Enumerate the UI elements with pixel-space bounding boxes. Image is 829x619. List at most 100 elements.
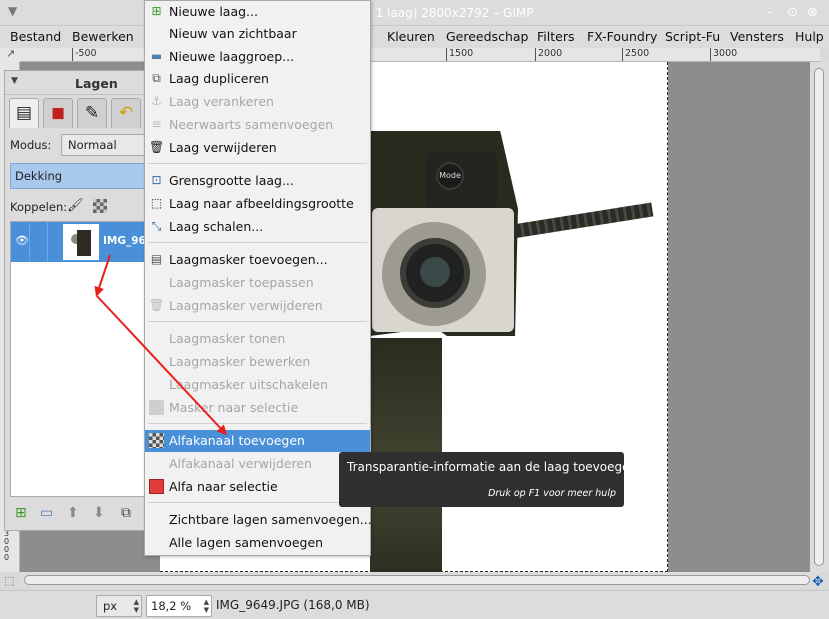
menu-item-show-layer-mask: Laagmasker tonen <box>169 331 286 346</box>
menu-separator <box>148 163 367 164</box>
camera-mode-button: Mode <box>436 162 464 190</box>
menu-item-new-layer-group[interactable]: ▬ Nieuwe laaggroep... <box>145 46 370 68</box>
navigate-icon[interactable]: ✥ <box>812 574 824 590</box>
menu-item-alpha-to-selection[interactable]: Alfa naar selectie <box>145 476 370 498</box>
checker-icon <box>149 433 164 448</box>
trash-icon: 🗑 <box>149 298 165 312</box>
new-layer-icon[interactable]: ⊞ <box>15 505 27 521</box>
unit-select[interactable]: px ▲ ▼ <box>96 595 142 617</box>
eye-icon[interactable]: 👁 <box>15 234 29 247</box>
zoom-select[interactable]: 18,2 % ▲ ▼ <box>146 595 212 617</box>
menu-separator <box>148 423 367 424</box>
title-bar: ▼ leuren, 1 laag) 2800x2792 – GIMP - ⊙ ⊗ <box>0 0 829 26</box>
opacity-slider[interactable]: Dekking <box>10 163 151 189</box>
horizontal-scrollbar[interactable] <box>20 572 820 588</box>
tooltip-text: Transparantie-informatie aan de laag toe… <box>347 460 638 474</box>
tab-channels[interactable]: ◼ <box>43 98 73 128</box>
menu-kleuren[interactable]: Kleuren <box>387 29 435 44</box>
menu-bestand[interactable]: Bestand <box>10 29 61 44</box>
layers-dock: ▼ Lagen ▤ ◼ ✎ ↶ Modus: Normaal Dekking K… <box>4 70 160 531</box>
layers-list[interactable]: 👁 IMG_9649 <box>10 221 160 497</box>
dock-header[interactable]: ▼ Lagen <box>5 71 151 95</box>
menu-gereedschap[interactable]: Gereedschap <box>446 29 528 44</box>
menu-separator <box>148 321 367 322</box>
arrow-down-icon[interactable]: ⬇ <box>93 505 105 521</box>
duplicate-icon[interactable]: ⧉ <box>121 505 131 521</box>
menu-item-scale-layer[interactable]: ⤡ Laag schalen... <box>145 216 370 238</box>
layer-row[interactable]: 👁 IMG_9649 <box>11 222 160 262</box>
mask-selection-icon <box>149 400 164 415</box>
folder-icon: ▬ <box>150 49 163 63</box>
camera-lens-glass <box>420 257 450 287</box>
horizontal-ruler[interactable]: -500 1500 2000 2500 3000 <box>20 48 820 62</box>
menu-separator <box>148 242 367 243</box>
menu-item-delete-layer-mask: 🗑 Laagmasker verwijderen <box>149 298 323 313</box>
menubar: Bestand Bewerken Kleuren Gereedschap Fil… <box>0 26 829 48</box>
ruler-tick: 1500 <box>446 48 473 61</box>
menu-item-boundary-size[interactable]: ⊡ Grensgrootte laag... <box>145 170 370 192</box>
new-layer-icon: ⊞ <box>151 4 162 18</box>
lock-alpha-icon[interactable] <box>93 199 107 213</box>
status-info: IMG_9649.JPG (168,0 MB) <box>216 598 370 612</box>
scrollbar-track[interactable] <box>814 68 824 566</box>
tab-layers[interactable]: ▤ <box>9 98 39 128</box>
trash-icon: 🗑 <box>149 140 165 154</box>
menu-item-merge-down: ≡ Neerwaarts samenvoegen <box>145 114 370 136</box>
layers-context-menu: ⊞ Nieuwe laag... Nieuw van zichtbaar ▬ Nie… <box>144 0 372 556</box>
ruler-corner[interactable]: ↗ <box>0 47 20 62</box>
menu-item-merge-visible-layers[interactable]: Zichtbare lagen samenvoegen... <box>145 509 372 531</box>
triangle-down-icon[interactable]: ▼ <box>11 76 18 86</box>
arrow-icon: ↗ <box>6 47 16 60</box>
duplicate-icon: ⧉ <box>152 71 161 85</box>
red-square-icon <box>149 479 164 494</box>
menu-item-mask-to-selection: Masker naar selectie <box>145 397 370 419</box>
close-button[interactable]: ⊗ <box>807 5 818 20</box>
menu-vensters[interactable]: Vensters <box>730 29 784 44</box>
tooltip-hint: Druk op F1 voor meer hulp <box>488 488 616 499</box>
merge-down-icon: ≡ <box>151 117 162 131</box>
chevron-icon: ▲ ▼ <box>133 598 139 614</box>
ruler-tick: 2000 <box>535 48 562 61</box>
tab-undo[interactable]: ↶ <box>111 98 141 128</box>
menu-separator <box>148 502 367 503</box>
menu-item-disable-layer-mask: Laagmasker uitschakelen <box>169 377 328 392</box>
mode-select[interactable]: Normaal <box>61 134 151 156</box>
boundary-size-icon: ⊡ <box>151 173 162 187</box>
ruler-tick: -500 <box>72 48 97 61</box>
menu-filters[interactable]: Filters <box>537 29 574 44</box>
ruler-tick: 2500 <box>622 48 649 61</box>
ruler-tick: 3000 <box>710 48 737 61</box>
vertical-scrollbar[interactable] <box>810 62 829 572</box>
menu-item-add-layer-mask[interactable]: ▤ Laagmasker toevoegen... <box>145 249 370 271</box>
maximize-button[interactable]: ⊙ <box>787 5 798 20</box>
brush-icon[interactable]: 🖌 <box>67 198 84 213</box>
menu-item-duplicate-layer[interactable]: ⧉ Laag dupliceren <box>145 68 370 90</box>
menu-item-edit-layer-mask: Laagmasker bewerken <box>169 354 311 369</box>
layer-to-image-icon: ⬚ <box>150 196 163 210</box>
tooltip: Transparantie-informatie aan de laag toe… <box>339 452 637 507</box>
minimize-button[interactable]: - <box>767 5 772 20</box>
add-mask-icon: ▤ <box>150 252 163 266</box>
scrollbar-track[interactable] <box>24 575 810 585</box>
menu-fx-foundry[interactable]: FX-Foundry <box>587 29 657 44</box>
menu-item-delete-layer[interactable]: 🗑 Laag verwijderen <box>145 137 370 159</box>
folder-icon[interactable]: ▭ <box>40 505 53 521</box>
ruler-tick: 0 <box>4 553 10 562</box>
dock-title: Lagen <box>75 76 118 91</box>
menu-item-new-from-visible[interactable]: Nieuw van zichtbaar <box>145 23 370 45</box>
quick-mask-icon[interactable]: ⬚ <box>4 574 14 587</box>
chevron-icon: ▲ ▼ <box>203 598 209 614</box>
menu-item-add-alpha-channel[interactable]: Alfakanaal toevoegen <box>145 430 370 452</box>
arrow-up-icon[interactable]: ⬆ <box>67 505 79 521</box>
menu-hulp[interactable]: Hulp <box>795 29 824 44</box>
dock-footer: ⊞ ▭ ⬆ ⬇ ⧉ <box>5 501 151 529</box>
chevron-down-icon[interactable]: ▼ <box>8 4 17 18</box>
menu-script-fu[interactable]: Script-Fu <box>665 29 720 44</box>
menu-bewerken[interactable]: Bewerken <box>72 29 134 44</box>
dock-tabs: ▤ ◼ ✎ ↶ <box>5 96 151 128</box>
menu-item-new-layer[interactable]: ⊞ Nieuwe laag... <box>145 1 370 23</box>
menu-item-remove-alpha-channel: Alfakanaal verwijderen <box>169 456 312 471</box>
menu-item-flatten-image[interactable]: Alle lagen samenvoegen <box>145 532 370 554</box>
menu-item-layer-to-image-size[interactable]: ⬚ Laag naar afbeeldingsgrootte <box>145 193 370 215</box>
tab-paths[interactable]: ✎ <box>77 98 107 128</box>
